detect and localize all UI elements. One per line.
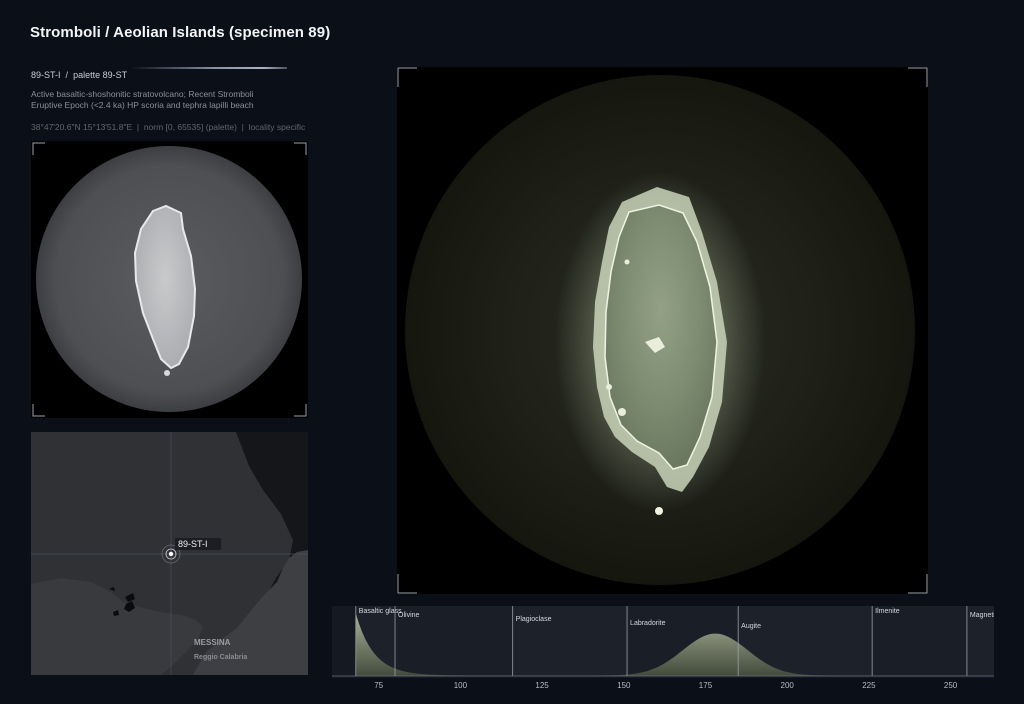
main-scan-panel[interactable] — [397, 67, 928, 594]
marker-label: 89-ST-I — [178, 539, 208, 549]
tick-label: 125 — [535, 681, 549, 690]
tick-label: 225 — [862, 681, 876, 690]
specimen-code: 89-ST-I — [31, 70, 61, 80]
header-divider — [130, 67, 287, 69]
tick-label: 250 — [944, 681, 958, 690]
tick-label: 150 — [617, 681, 631, 690]
tick-label: 75 — [374, 681, 383, 690]
mineral-label: Magnetite — [970, 612, 994, 619]
code-separator: / — [65, 70, 69, 80]
inclusion — [618, 408, 626, 416]
histogram-chart: Basaltic glassOlivine Plagioclase Labrador… — [332, 606, 1001, 690]
locator-map[interactable]: 89-ST-I MESSINA Reggio Calabria — [31, 432, 308, 675]
mineral-label: Labradorite — [630, 620, 666, 627]
inclusion — [624, 259, 630, 265]
mineral-label: Augite — [741, 623, 761, 630]
mineral-band — [872, 606, 967, 676]
specimen-marker[interactable] — [168, 551, 174, 557]
mineral-label: Plagioclase — [516, 616, 552, 623]
town-label: Reggio Calabria — [194, 654, 247, 661]
main-scan — [397, 67, 928, 594]
city-label: MESSINA — [194, 638, 231, 647]
grayscale-scan — [32, 142, 307, 417]
palette-label: palette 89-ST — [73, 70, 128, 80]
mineral-label: Basaltic glass — [359, 608, 402, 615]
intensity-histogram[interactable]: Basaltic glass Olivine Plagioclase Labrador… — [332, 598, 1001, 698]
tick-label: 200 — [781, 681, 795, 690]
norm-label: norm [0, 65535] (palette) — [143, 122, 237, 132]
mineral-label: Olivine — [398, 612, 420, 619]
tick-label: 175 — [699, 681, 713, 690]
page-title: Stromboli / Aeolian Islands (specimen 89… — [30, 24, 331, 41]
specimen-description: Active basaltic-shoshonitic stratovolcan… — [31, 89, 254, 110]
locality-label: locality specific — [248, 122, 306, 132]
mineral-label: Ilmenite — [875, 608, 900, 615]
map-canvas: 89-ST-I MESSINA Reggio Calabria — [31, 432, 308, 675]
grain-fragment — [655, 507, 663, 515]
grain-fragment — [164, 370, 170, 376]
coordinates: 38°47'20.6"N 15°13'51.8"E — [31, 122, 133, 132]
grayscale-scan-panel[interactable] — [31, 141, 308, 418]
specimen-meta: 38°47'20.6"N 15°13'51.8"E | norm [0, 655… — [31, 122, 306, 132]
specimen-code-row: 89-ST-I / palette 89-ST — [31, 70, 127, 80]
inclusion — [606, 384, 612, 390]
tick-label: 100 — [454, 681, 468, 690]
